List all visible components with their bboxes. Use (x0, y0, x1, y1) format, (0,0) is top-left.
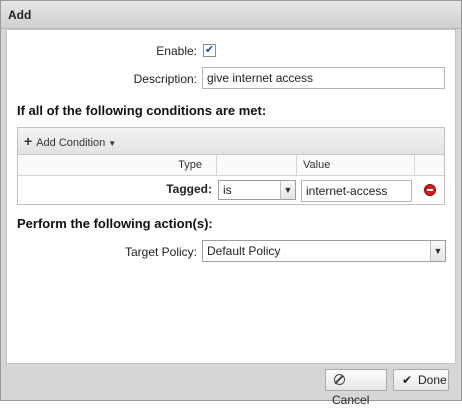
target-policy-select[interactable]: Default Policy ▼ (202, 240, 446, 262)
remove-condition-icon[interactable] (424, 184, 436, 196)
chevron-down-icon: ▼ (430, 241, 445, 261)
condition-value-input[interactable]: internet-access (301, 180, 412, 202)
table-row: Tagged: is ▼ internet-access (18, 177, 444, 204)
target-policy-label: Target Policy: (124, 245, 197, 259)
dialog-title: Add (1, 1, 461, 29)
enable-label: Enable: (156, 44, 197, 58)
done-label: Done (418, 373, 447, 387)
column-header-type: Type (18, 155, 217, 176)
conditions-heading: If all of the following conditions are m… (17, 103, 267, 118)
enable-checkbox[interactable]: ✔ (203, 44, 216, 57)
condition-type: Tagged: (166, 182, 212, 196)
column-header-actions (415, 155, 444, 176)
conditions-header-row: Type Value (18, 155, 444, 176)
description-label: Description: (133, 72, 197, 86)
column-header-value: Value (297, 155, 415, 176)
dialog-body: Enable: ✔ Description: give internet acc… (6, 29, 456, 364)
done-button[interactable]: ✔ Done (393, 369, 449, 391)
condition-operator-value: is (223, 183, 232, 197)
conditions-grid: + Add Condition ▼ Type Value Tagged: is ▼ … (17, 127, 445, 205)
actions-heading: Perform the following action(s): (17, 216, 213, 231)
conditions-toolbar: + Add Condition ▼ (18, 128, 444, 155)
add-condition-label: Add Condition (36, 137, 106, 149)
plus-icon: + (24, 133, 33, 149)
add-condition-button[interactable]: + Add Condition ▼ (24, 133, 116, 150)
cancel-icon (333, 374, 345, 385)
description-input[interactable]: give internet access (202, 67, 445, 89)
cancel-label: Cancel (332, 393, 370, 407)
column-header-operator (217, 155, 297, 176)
checkmark-icon: ✔ (401, 373, 413, 387)
chevron-down-icon: ▼ (280, 181, 295, 199)
add-dialog: Add Enable: ✔ Description: give internet… (0, 0, 462, 407)
condition-operator-select[interactable]: is ▼ (218, 180, 296, 200)
target-policy-value: Default Policy (207, 244, 281, 258)
dropdown-caret-icon: ▼ (108, 139, 117, 148)
cancel-button[interactable]: Cancel (325, 369, 387, 407)
